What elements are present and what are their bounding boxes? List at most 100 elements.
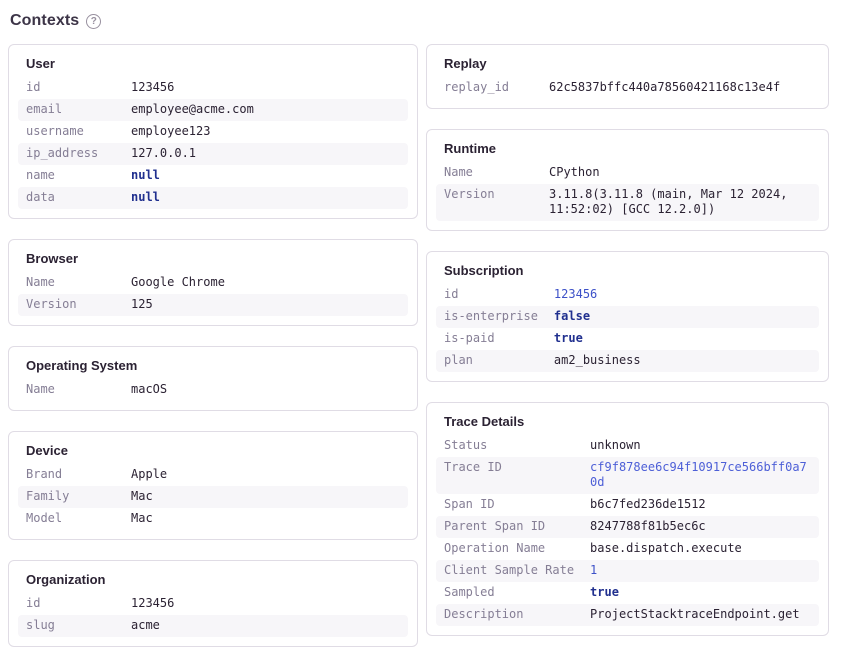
context-value: employee123 [123, 121, 408, 143]
context-value: unknown [582, 435, 819, 457]
context-key: slug [18, 615, 123, 637]
context-row: Brand Apple [18, 464, 408, 486]
context-key: plan [436, 350, 546, 372]
context-row: Description ProjectStacktraceEndpoint.ge… [436, 604, 819, 626]
key-value-table: Name CPython Version 3.11.8(3.11.8 (main… [436, 162, 819, 221]
context-row: Model Mac [18, 508, 408, 530]
context-card-organization: Organization id 123456 slug acme [8, 560, 418, 647]
context-value: CPython [541, 162, 819, 184]
contexts-heading: Contexts ? [10, 12, 836, 30]
context-key: replay_id [436, 77, 541, 99]
context-key: ip_address [18, 143, 123, 165]
key-value-table: Status unknown Trace ID cf9f878ee6c94f10… [436, 435, 819, 626]
key-value-table: id 123456 email employee@acme.com userna… [18, 77, 408, 209]
context-value-boolean: false [546, 306, 819, 328]
context-row: username employee123 [18, 121, 408, 143]
page-title: Contexts [10, 12, 79, 30]
context-value-boolean: true [546, 328, 819, 350]
context-value: am2_business [546, 350, 819, 372]
context-key: Family [18, 486, 123, 508]
card-title-operating-system: Operating System [18, 356, 408, 379]
context-row: data null [18, 187, 408, 209]
context-row: id 123456 [18, 77, 408, 99]
context-key: Client Sample Rate [436, 560, 582, 582]
context-value-boolean: true [582, 582, 819, 604]
context-row: id 123456 [436, 284, 819, 306]
right-column: Replay replay_id 62c5837bffc440a78560421… [426, 44, 829, 636]
context-value: acme [123, 615, 408, 637]
card-title-user: User [18, 54, 408, 77]
context-key: Name [18, 272, 123, 294]
context-key: is-enterprise [436, 306, 546, 328]
context-value: b6c7fed236de1512 [582, 494, 819, 516]
help-icon[interactable]: ? [86, 14, 101, 29]
context-row: Parent Span ID 8247788f81b5ec6c [436, 516, 819, 538]
context-row: Name Google Chrome [18, 272, 408, 294]
context-value: Mac [123, 508, 408, 530]
key-value-table: Brand Apple Family Mac Model Mac [18, 464, 408, 530]
context-row: ip_address 127.0.0.1 [18, 143, 408, 165]
context-row: Version 125 [18, 294, 408, 316]
context-row: is-enterprise false [436, 306, 819, 328]
context-row: id 123456 [18, 593, 408, 615]
context-row: replay_id 62c5837bffc440a78560421168c13e… [436, 77, 819, 99]
context-row: Client Sample Rate 1 [436, 560, 819, 582]
context-key: data [18, 187, 123, 209]
key-value-table: id 123456 is-enterprise false is-paid tr… [436, 284, 819, 372]
context-card-replay: Replay replay_id 62c5837bffc440a78560421… [426, 44, 829, 109]
context-value: macOS [123, 379, 408, 401]
key-value-table: replay_id 62c5837bffc440a78560421168c13e… [436, 77, 819, 99]
context-row: Operation Name base.dispatch.execute [436, 538, 819, 560]
context-key: Model [18, 508, 123, 530]
context-value: 3.11.8(3.11.8 (main, Mar 12 2024, 11:52:… [541, 184, 819, 221]
context-key: Operation Name [436, 538, 582, 560]
context-row: Name macOS [18, 379, 408, 401]
card-title-subscription: Subscription [436, 261, 819, 284]
context-row: name null [18, 165, 408, 187]
context-key: Span ID [436, 494, 582, 516]
context-key: is-paid [436, 328, 546, 350]
context-key: Name [436, 162, 541, 184]
key-value-table: id 123456 slug acme [18, 593, 408, 637]
key-value-table: Name Google Chrome Version 125 [18, 272, 408, 316]
context-card-trace-details: Trace Details Status unknown Trace ID cf… [426, 402, 829, 636]
context-card-device: Device Brand Apple Family Mac Model Mac [8, 431, 418, 540]
card-title-trace-details: Trace Details [436, 412, 819, 435]
context-value-null: null [123, 187, 408, 209]
context-row: plan am2_business [436, 350, 819, 372]
card-title-organization: Organization [18, 570, 408, 593]
context-row: is-paid true [436, 328, 819, 350]
context-row: Version 3.11.8(3.11.8 (main, Mar 12 2024… [436, 184, 819, 221]
context-key: Version [18, 294, 123, 316]
context-row: Family Mac [18, 486, 408, 508]
context-value: Apple [123, 464, 408, 486]
context-row: slug acme [18, 615, 408, 637]
context-key: id [18, 77, 123, 99]
context-row: Status unknown [436, 435, 819, 457]
context-value: 8247788f81b5ec6c [582, 516, 819, 538]
context-key: Brand [18, 464, 123, 486]
context-value: 123456 [123, 77, 408, 99]
contexts-grid: User id 123456 email employee@acme.com u… [8, 44, 836, 647]
context-card-operating-system: Operating System Name macOS [8, 346, 418, 411]
context-card-subscription: Subscription id 123456 is-enterprise fal… [426, 251, 829, 382]
context-row: email employee@acme.com [18, 99, 408, 121]
context-row: Sampled true [436, 582, 819, 604]
context-key: Trace ID [436, 457, 582, 494]
context-key: email [18, 99, 123, 121]
context-row: Name CPython [436, 162, 819, 184]
context-key: name [18, 165, 123, 187]
left-column: User id 123456 email employee@acme.com u… [8, 44, 418, 647]
context-key: id [18, 593, 123, 615]
context-value: employee@acme.com [123, 99, 408, 121]
trace-id-link[interactable]: cf9f878ee6c94f10917ce566bff0a70d [582, 457, 819, 494]
context-row: Trace ID cf9f878ee6c94f10917ce566bff0a70… [436, 457, 819, 494]
card-title-device: Device [18, 441, 408, 464]
card-title-replay: Replay [436, 54, 819, 77]
replay-id-value: 62c5837bffc440a78560421168c13e4f [541, 77, 819, 99]
context-key: username [18, 121, 123, 143]
context-value: 127.0.0.1 [123, 143, 408, 165]
card-title-runtime: Runtime [436, 139, 819, 162]
context-key: Status [436, 435, 582, 457]
context-card-runtime: Runtime Name CPython Version 3.11.8(3.11… [426, 129, 829, 231]
